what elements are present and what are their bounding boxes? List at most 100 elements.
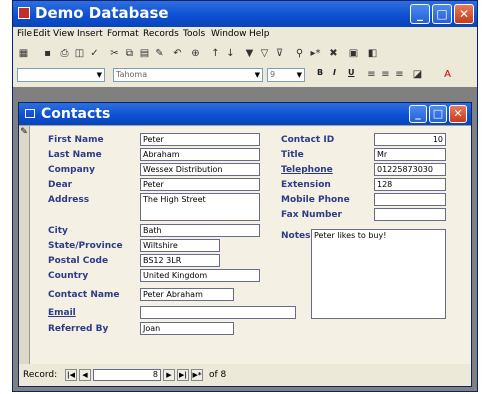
format-painter-icon[interactable]: ✎	[153, 47, 166, 60]
record-navigation-bar: Record: |◀ ◀ 8 ▶ ▶| ▶* of 8	[19, 364, 471, 386]
state-province-field[interactable]: Wiltshire	[140, 239, 220, 252]
last-record-button[interactable]: ▶|	[177, 369, 189, 381]
last-name-field[interactable]: Abraham	[140, 148, 260, 161]
menu-tools[interactable]: Tools	[183, 29, 205, 39]
delete-record-icon[interactable]: ✖	[327, 47, 340, 60]
first-name-label: First Name	[48, 135, 104, 145]
sort-ascending-icon[interactable]: ↑	[209, 47, 222, 60]
paste-icon[interactable]: ▤	[138, 47, 151, 60]
fax-number-field[interactable]	[374, 208, 446, 221]
copy-icon[interactable]: ⧉	[123, 47, 136, 60]
menu-file[interactable]: File	[17, 29, 32, 39]
filter-by-form-icon[interactable]: ▽	[258, 47, 271, 60]
new-record-button[interactable]: ▶*	[191, 369, 203, 381]
align-left-icon[interactable]: ≡	[365, 68, 378, 81]
close-button[interactable]: ✕	[454, 4, 474, 24]
filter-by-selection-icon[interactable]: ▼	[243, 47, 256, 60]
menu-window[interactable]: Window	[211, 29, 247, 39]
next-record-button[interactable]: ▶	[163, 369, 175, 381]
country-label: Country	[48, 271, 89, 281]
state-province-label: State/Province	[48, 241, 123, 251]
mobile-phone-field[interactable]	[374, 193, 446, 206]
previous-record-button[interactable]: ◀	[79, 369, 91, 381]
title-field[interactable]: Mr	[374, 148, 446, 161]
underline-button[interactable]: U	[348, 68, 355, 77]
referred-by-field[interactable]: Joan	[140, 322, 234, 335]
access-app-icon[interactable]	[18, 7, 30, 19]
bold-button[interactable]: B	[317, 68, 323, 77]
last-name-label: Last Name	[48, 150, 102, 160]
app-title: Demo Database	[35, 4, 169, 22]
referred-by-label: Referred By	[48, 324, 109, 334]
save-icon[interactable]: ▪	[41, 47, 54, 60]
form-icon[interactable]	[25, 109, 35, 118]
mdi-workspace: Contacts _ □ ✕ ✎ First Name Peter Last N…	[13, 87, 477, 391]
menu-format[interactable]: Format	[107, 29, 139, 39]
extension-field[interactable]: 128	[374, 178, 446, 191]
form-minimize-button[interactable]: _	[409, 105, 427, 123]
apply-filter-icon[interactable]: ⊽	[273, 47, 286, 60]
undo-icon[interactable]: ↶	[171, 47, 184, 60]
font-color-icon[interactable]: A	[441, 68, 454, 81]
new-record-icon[interactable]: ▸*	[309, 47, 322, 60]
fax-number-label: Fax Number	[281, 210, 342, 220]
maximize-button[interactable]: □	[432, 4, 452, 24]
record-number-input[interactable]: 8	[93, 369, 161, 381]
first-name-field[interactable]: Peter	[140, 133, 260, 146]
form-close-button[interactable]: ✕	[449, 105, 467, 123]
font-size: 9	[270, 70, 276, 79]
menu-records[interactable]: Records	[143, 29, 179, 39]
hyperlink-icon[interactable]: ⊕	[189, 47, 202, 60]
menu-insert[interactable]: Insert	[77, 29, 103, 39]
telephone-field[interactable]: 01225873030	[374, 163, 446, 176]
address-label: Address	[48, 195, 90, 205]
spelling-icon[interactable]: ✓	[88, 47, 101, 60]
email-field[interactable]	[140, 306, 296, 319]
first-record-button[interactable]: |◀	[65, 369, 77, 381]
mobile-phone-label: Mobile Phone	[281, 195, 350, 205]
dear-field[interactable]: Peter	[140, 178, 260, 191]
formatting-toolbar: ▼ Tahoma ▼ 9 ▼ B I U ≡ ≡ ≡ ◪ A	[13, 65, 477, 85]
italic-button[interactable]: I	[333, 68, 336, 77]
form-title: Contacts	[41, 106, 111, 122]
access-window: Demo Database _ □ ✕ File Edit View Inser…	[12, 0, 478, 392]
menu-view[interactable]: View	[53, 29, 74, 39]
cut-icon[interactable]: ✂	[108, 47, 121, 60]
object-combo[interactable]: ▼	[17, 68, 105, 82]
fill-color-icon[interactable]: ◪	[411, 68, 424, 81]
contacts-title-bar[interactable]: Contacts _ □ ✕	[19, 103, 471, 125]
extension-label: Extension	[281, 180, 331, 190]
contact-name-field[interactable]: Peter Abraham	[140, 288, 234, 301]
font-combo[interactable]: Tahoma ▼	[113, 68, 263, 82]
address-field[interactable]: The High Street	[140, 193, 260, 221]
font-size-combo[interactable]: 9 ▼	[267, 68, 305, 82]
print-icon[interactable]: ⎙	[58, 47, 71, 60]
database-toolbar: ▦ ▪ ⎙ ◫ ✓ ✂ ⧉ ▤ ✎ ↶ ⊕ ↑ ↓ ▼ ▽ ⊽ ⚲ ▸* ✖ ▣…	[13, 44, 477, 64]
sort-descending-icon[interactable]: ↓	[224, 47, 237, 60]
minimize-button[interactable]: _	[410, 4, 430, 24]
contact-id-field[interactable]: 10	[374, 133, 446, 146]
country-field[interactable]: United Kingdom	[140, 269, 260, 282]
dear-label: Dear	[48, 180, 73, 190]
align-center-icon[interactable]: ≡	[379, 68, 392, 81]
print-preview-icon[interactable]: ◫	[73, 47, 86, 60]
city-field[interactable]: Bath	[140, 224, 260, 237]
database-window-icon[interactable]: ◧	[366, 47, 379, 60]
app-title-bar[interactable]: Demo Database _ □ ✕	[13, 1, 477, 27]
properties-icon[interactable]: ▣	[347, 47, 360, 60]
contacts-form: ✎ First Name Peter Last Name Abraham Com…	[19, 125, 471, 364]
form-maximize-button[interactable]: □	[429, 105, 447, 123]
font-name: Tahoma	[116, 70, 148, 79]
postal-code-label: Postal Code	[48, 256, 109, 266]
menu-edit[interactable]: Edit	[33, 29, 50, 39]
find-icon[interactable]: ⚲	[293, 47, 306, 60]
record-label: Record:	[23, 370, 58, 380]
align-right-icon[interactable]: ≡	[393, 68, 406, 81]
notes-field[interactable]: Peter likes to buy!	[311, 229, 446, 319]
record-selector[interactable]: ✎	[19, 126, 30, 364]
view-icon[interactable]: ▦	[17, 47, 30, 60]
company-field[interactable]: Wessex Distribution	[140, 163, 260, 176]
postal-code-field[interactable]: BS12 3LR	[140, 254, 220, 267]
menu-help[interactable]: Help	[249, 29, 270, 39]
notes-label: Notes	[281, 231, 311, 241]
